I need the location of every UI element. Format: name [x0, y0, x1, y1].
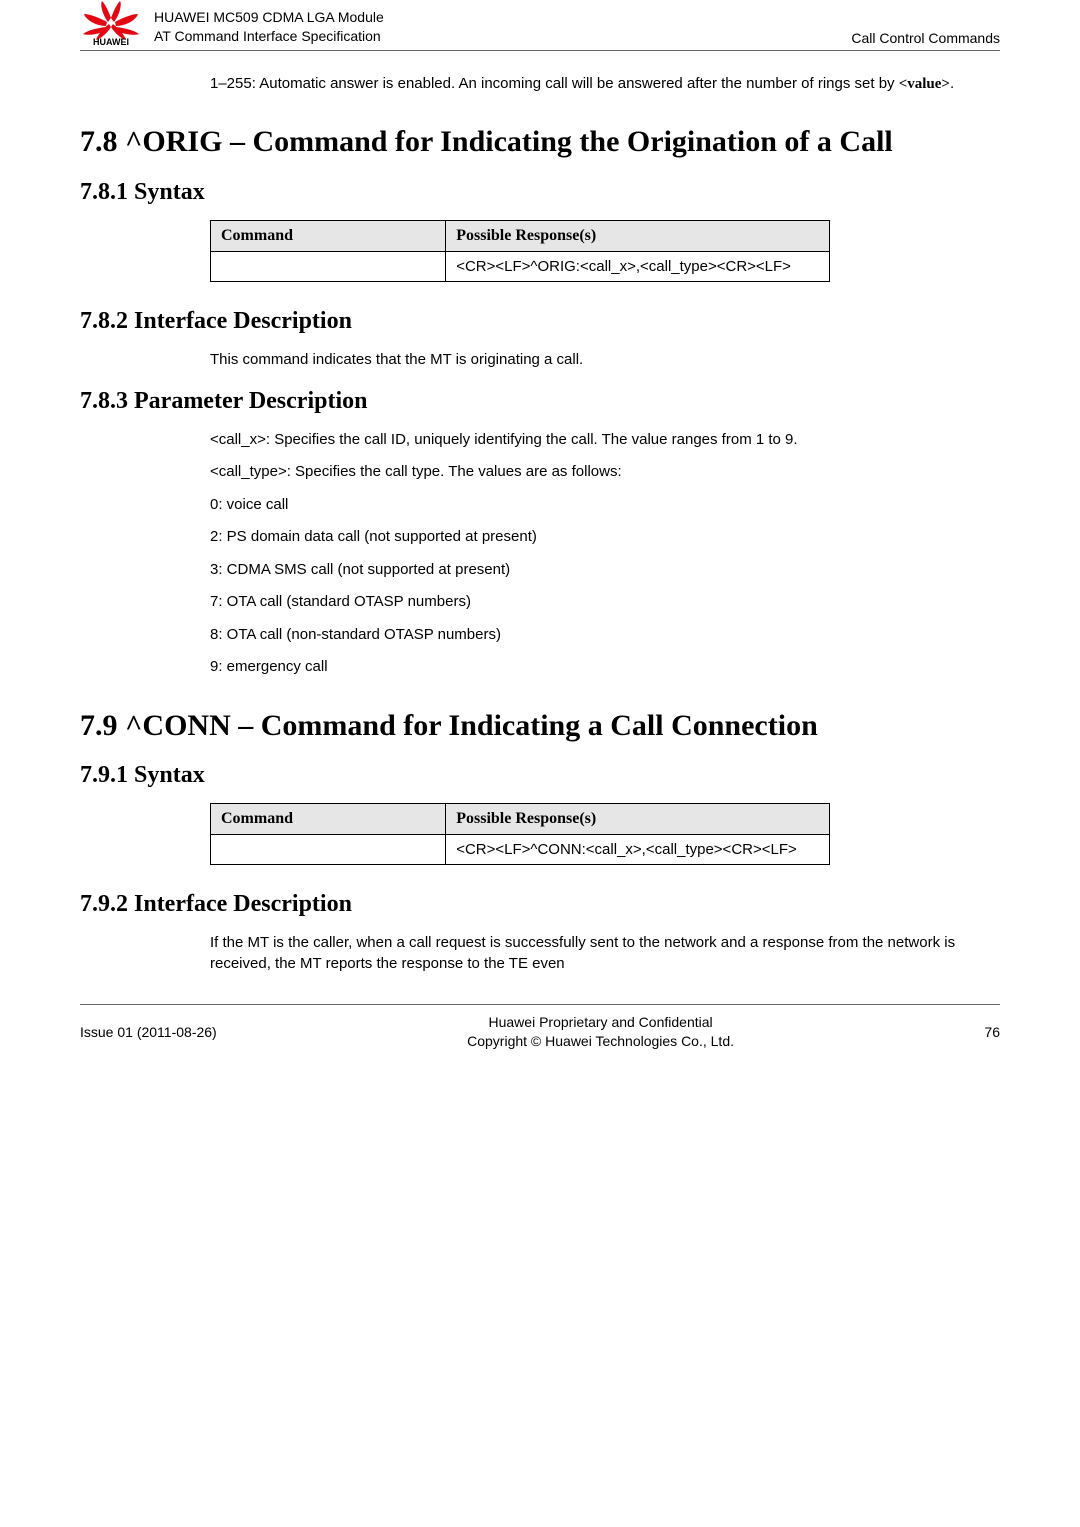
intro-value: <value>	[899, 76, 950, 92]
table-row: Command Possible Response(s)	[211, 804, 830, 835]
table-row: Command Possible Response(s)	[211, 220, 830, 251]
table-orig: Command Possible Response(s) <CR><LF>^OR…	[210, 220, 830, 282]
footer-page-number: 76	[984, 1024, 1000, 1040]
td-command	[211, 251, 446, 281]
td-response: <CR><LF>^ORIG:<call_x>,<call_type><CR><L…	[446, 251, 830, 281]
subsection-7-8-1: 7.8.1 Syntax	[80, 179, 1000, 206]
table-row: <CR><LF>^CONN:<call_x>,<call_type><CR><L…	[211, 835, 830, 865]
param-item: 8: OTA call (non-standard OTASP numbers)	[210, 624, 1000, 647]
page-footer: Issue 01 (2011-08-26) Huawei Proprietary…	[80, 1004, 1000, 1051]
footer-center-l1: Huawei Proprietary and Confidential	[217, 1013, 985, 1032]
table-conn: Command Possible Response(s) <CR><LF>^CO…	[210, 803, 830, 865]
th-response: Possible Response(s)	[446, 220, 830, 251]
section-7-8-title: 7.8 ^ORIG – Command for Indicating the O…	[80, 123, 1000, 161]
iface-desc-78: This command indicates that the MT is or…	[210, 349, 1000, 370]
intro-paragraph: 1–255: Automatic answer is enabled. An i…	[210, 73, 1000, 95]
header-title: HUAWEI MC509 CDMA LGA Module AT Command …	[154, 8, 839, 46]
intro-text: 1–255: Automatic answer is enabled. An i…	[210, 75, 899, 92]
param-list-78: <call_x>: Specifies the call ID, uniquel…	[210, 429, 1000, 679]
td-response: <CR><LF>^CONN:<call_x>,<call_type><CR><L…	[446, 835, 830, 865]
param-item: 0: voice call	[210, 494, 1000, 517]
param-item: 2: PS domain data call (not supported at…	[210, 526, 1000, 549]
header-line2: AT Command Interface Specification	[154, 27, 839, 46]
table-row: <CR><LF>^ORIG:<call_x>,<call_type><CR><L…	[211, 251, 830, 281]
param-item: 9: emergency call	[210, 656, 1000, 679]
th-response: Possible Response(s)	[446, 804, 830, 835]
huawei-logo: HUAWEI	[80, 0, 142, 46]
param-item: 7: OTA call (standard OTASP numbers)	[210, 591, 1000, 614]
footer-center: Huawei Proprietary and Confidential Copy…	[217, 1013, 985, 1051]
header-line1: HUAWEI MC509 CDMA LGA Module	[154, 8, 839, 27]
th-command: Command	[211, 220, 446, 251]
intro-tail: .	[950, 75, 954, 92]
subsection-7-8-3: 7.8.3 Parameter Description	[80, 388, 1000, 415]
page-header: HUAWEI HUAWEI MC509 CDMA LGA Module AT C…	[80, 0, 1000, 51]
param-item: <call_type>: Specifies the call type. Th…	[210, 461, 1000, 484]
iface-desc-79: If the MT is the caller, when a call req…	[210, 932, 1000, 974]
param-item: <call_x>: Specifies the call ID, uniquel…	[210, 429, 1000, 452]
footer-issue: Issue 01 (2011-08-26)	[80, 1024, 217, 1040]
subsection-7-8-2: 7.8.2 Interface Description	[80, 308, 1000, 335]
param-item: 3: CDMA SMS call (not supported at prese…	[210, 559, 1000, 582]
th-command: Command	[211, 804, 446, 835]
section-7-9-title: 7.9 ^CONN – Command for Indicating a Cal…	[80, 707, 1000, 745]
subsection-7-9-1: 7.9.1 Syntax	[80, 762, 1000, 789]
td-command	[211, 835, 446, 865]
subsection-7-9-2: 7.9.2 Interface Description	[80, 891, 1000, 918]
footer-center-l2: Copyright © Huawei Technologies Co., Ltd…	[217, 1032, 985, 1051]
header-right: Call Control Commands	[851, 30, 1000, 46]
svg-text:HUAWEI: HUAWEI	[93, 37, 129, 46]
